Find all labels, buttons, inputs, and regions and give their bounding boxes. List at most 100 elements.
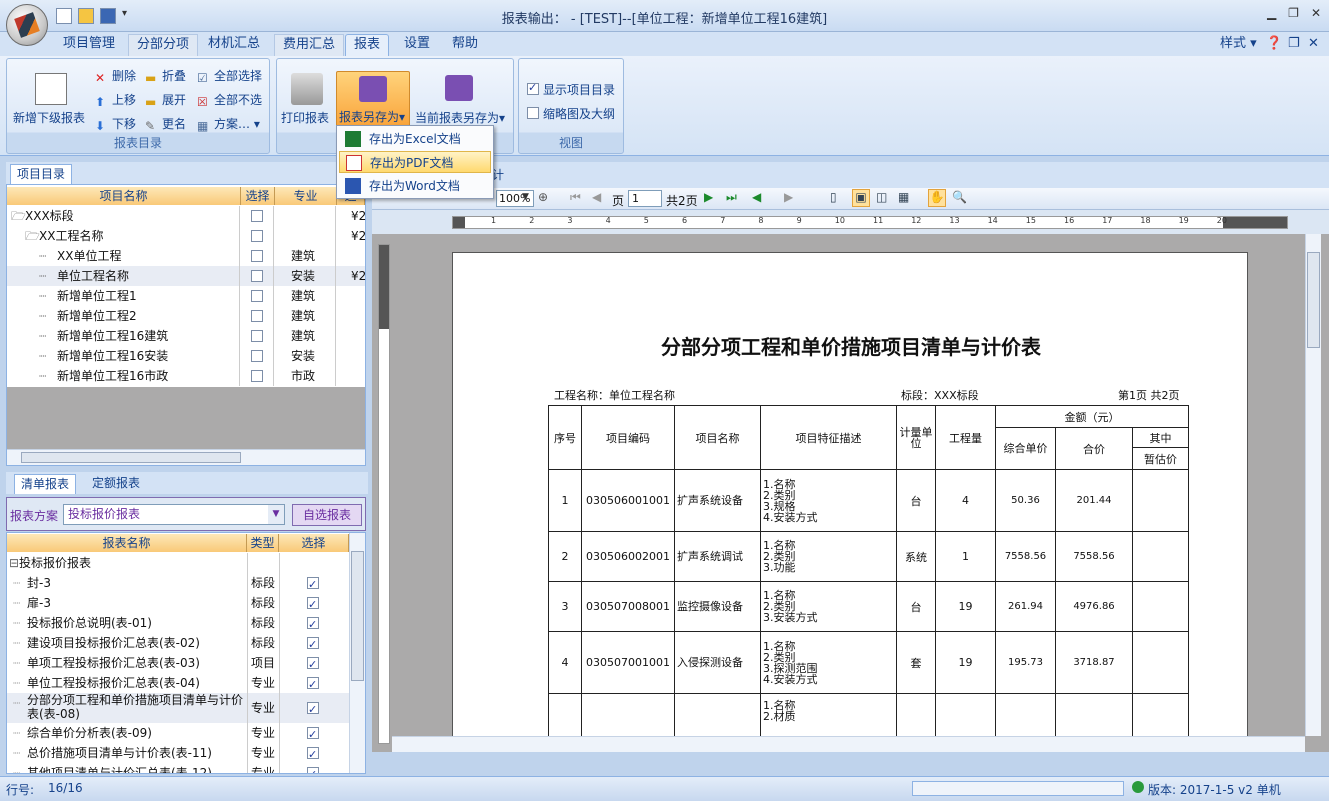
- tab-project-dir[interactable]: 项目目录: [10, 164, 73, 184]
- project-checkbox[interactable]: [251, 230, 263, 242]
- two-page-icon[interactable]: ◫: [876, 190, 887, 204]
- find-icon[interactable]: 🔍: [952, 190, 967, 204]
- next-page-icon[interactable]: ▶: [704, 190, 713, 204]
- delete-button[interactable]: ✕ 删除: [95, 67, 136, 85]
- project-row[interactable]: 🗁 XXX标段 ¥2: [7, 206, 366, 226]
- first-page-icon[interactable]: ⏮: [570, 190, 581, 205]
- app-menu-button[interactable]: [6, 4, 48, 46]
- preview-vscroll[interactable]: [1305, 234, 1321, 736]
- show-dir-toggle[interactable]: 显示项目目录: [527, 81, 615, 98]
- fit-page-icon[interactable]: ▣: [852, 189, 870, 207]
- report-checkbox[interactable]: [307, 575, 319, 595]
- report-checkbox[interactable]: [307, 655, 319, 675]
- style-menu[interactable]: 样式 ▾: [1212, 34, 1265, 56]
- new-child-report-button[interactable]: 新增下级报表: [13, 109, 85, 126]
- back-icon[interactable]: ◀: [752, 190, 761, 204]
- project-checkbox[interactable]: [251, 270, 263, 282]
- project-checkbox[interactable]: [251, 310, 263, 322]
- single-page-icon[interactable]: ▯: [830, 190, 837, 204]
- tab-bill-reports[interactable]: 清单报表: [14, 474, 77, 494]
- rename-button[interactable]: ✎ 更名: [145, 115, 186, 133]
- project-row[interactable]: ┈ XX单位工程 建筑: [7, 246, 365, 266]
- save-word-item[interactable]: 存出为Word文档: [339, 175, 491, 197]
- project-row[interactable]: ┈ 新增单位工程16市政 市政: [7, 366, 365, 386]
- report-row[interactable]: ┈ 扉-3 标段: [7, 593, 349, 615]
- project-row[interactable]: ┈ 新增单位工程1 建筑: [7, 286, 365, 306]
- project-checkbox[interactable]: [251, 250, 263, 262]
- preview-vscroll-thumb[interactable]: [1307, 252, 1320, 348]
- save-current-button[interactable]: 当前报表另存为▾: [415, 109, 505, 126]
- report-row[interactable]: ┈ 单项工程投标报价汇总表(表-03) 项目: [7, 653, 349, 675]
- tab-costs[interactable]: 费用汇总: [274, 34, 345, 56]
- save-as-button[interactable]: 报表另存为▾: [339, 108, 405, 125]
- project-hscroll-thumb[interactable]: [21, 452, 241, 463]
- report-row[interactable]: ┈ 综合单价分析表(表-09) 专业: [7, 723, 349, 745]
- move-up-button[interactable]: ⬆ 上移: [95, 91, 136, 109]
- report-row[interactable]: ┈ 其他项目清单与计价汇总表(表-12) 专业: [7, 763, 349, 773]
- hand-tool-icon[interactable]: ✋: [928, 189, 946, 207]
- tab-reports[interactable]: 报表: [345, 34, 390, 56]
- project-checkbox[interactable]: [251, 210, 263, 222]
- tab-project-management[interactable]: 项目管理: [55, 34, 123, 56]
- forward-icon[interactable]: ▶: [784, 190, 793, 204]
- multi-page-icon[interactable]: ▦: [898, 190, 909, 204]
- close-icon[interactable]: ✕: [1311, 6, 1321, 20]
- report-row[interactable]: ┈ 建设项目投标报价汇总表(表-02) 标段: [7, 633, 349, 655]
- project-checkbox[interactable]: [251, 350, 263, 362]
- prev-page-icon[interactable]: ◀: [592, 190, 601, 204]
- collapse-icon[interactable]: ⊟: [9, 553, 19, 573]
- project-checkbox[interactable]: [251, 330, 263, 342]
- tab-help[interactable]: 帮助: [444, 34, 486, 56]
- report-checkbox[interactable]: [307, 700, 319, 720]
- thumbs-toggle[interactable]: 缩略图及大纲: [527, 105, 615, 122]
- scheme-button[interactable]: ▦ 方案… ▾: [197, 115, 260, 133]
- report-checkbox[interactable]: [307, 765, 319, 773]
- report-row[interactable]: ┈ 分部分项工程和单价措施项目清单与计价表(表-08) 专业: [7, 693, 349, 723]
- project-row[interactable]: ┈ 单位工程名称 安装 ¥2: [7, 266, 366, 286]
- tab-quota-reports[interactable]: 定额报表: [86, 474, 146, 494]
- project-hscroll[interactable]: [7, 449, 365, 465]
- report-vscroll[interactable]: [349, 533, 365, 773]
- select-all-button[interactable]: ☑ 全部选择: [197, 67, 262, 85]
- save-as-button-bg[interactable]: 报表另存为▾: [336, 71, 410, 127]
- report-vscroll-thumb[interactable]: [351, 551, 364, 681]
- project-checkbox[interactable]: [251, 290, 263, 302]
- report-checkbox[interactable]: [307, 595, 319, 615]
- report-row[interactable]: ┈ 投标报价总说明(表-01) 标段: [7, 613, 349, 635]
- zoom-chevron-icon[interactable]: ▼: [522, 192, 529, 202]
- scheme-select[interactable]: 投标报价报表 ▼: [63, 504, 285, 525]
- project-row[interactable]: ┈ 新增单位工程16建筑 建筑: [7, 326, 365, 346]
- tab-materials[interactable]: 材机汇总: [200, 34, 268, 56]
- report-checkbox[interactable]: [307, 745, 319, 765]
- report-checkbox[interactable]: [307, 725, 319, 745]
- project-row[interactable]: ┈ 新增单位工程2 建筑: [7, 306, 365, 326]
- move-down-button[interactable]: ⬇ 下移: [95, 115, 136, 133]
- select-none-button[interactable]: ☒ 全部不选: [197, 91, 262, 109]
- print-report-button[interactable]: 打印报表: [281, 109, 329, 126]
- custom-report-button[interactable]: 自选报表: [292, 504, 362, 526]
- project-checkbox[interactable]: [251, 370, 263, 382]
- last-page-icon[interactable]: ⏭: [726, 190, 737, 205]
- report-row[interactable]: ┈ 单位工程投标报价汇总表(表-04) 专业: [7, 673, 349, 695]
- minimize-icon[interactable]: ▁: [1267, 6, 1276, 20]
- save-excel-item[interactable]: 存出为Excel文档: [339, 128, 491, 150]
- show-dir-checkbox[interactable]: [527, 81, 539, 95]
- report-checkbox[interactable]: [307, 635, 319, 655]
- report-checkbox[interactable]: [307, 675, 319, 695]
- thumbs-checkbox[interactable]: [527, 107, 539, 119]
- fold-button[interactable]: ▬ 折叠: [145, 67, 186, 85]
- project-row[interactable]: ┈ 新增单位工程16安装 安装: [7, 346, 365, 366]
- tab-settings[interactable]: 设置: [396, 34, 438, 56]
- restore-icon[interactable]: ❐: [1288, 6, 1299, 20]
- report-row[interactable]: ┈ 总价措施项目清单与计价表(表-11) 专业: [7, 743, 349, 765]
- save-pdf-item[interactable]: 存出为PDF文档: [339, 151, 491, 173]
- page-input[interactable]: 1: [628, 190, 662, 207]
- expand-button[interactable]: ▬ 展开: [145, 91, 186, 109]
- preview-hscroll[interactable]: [392, 736, 1305, 752]
- project-row[interactable]: 🗁 XX工程名称 ¥2: [7, 226, 366, 246]
- tab-divisional[interactable]: 分部分项: [128, 34, 199, 56]
- report-checkbox[interactable]: [307, 615, 319, 635]
- report-row[interactable]: ⊟ 投标报价报表: [7, 553, 349, 573]
- chevron-down-icon[interactable]: ▼: [268, 505, 284, 524]
- zoom-in-icon[interactable]: ⊕: [538, 190, 548, 204]
